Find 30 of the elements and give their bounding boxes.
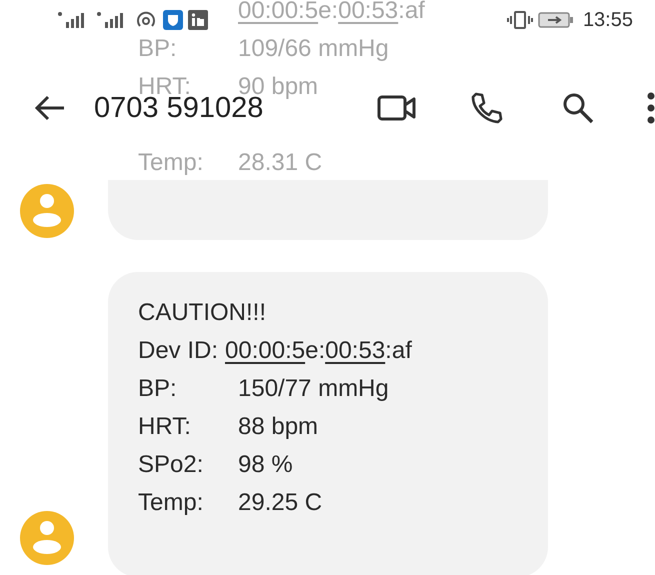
field-label: BP: bbox=[138, 34, 178, 64]
field-value: 109/66 mmHg bbox=[238, 34, 389, 64]
field-value: 98 % bbox=[238, 450, 293, 480]
field-label: SPo2: bbox=[138, 450, 204, 480]
back-button[interactable] bbox=[34, 94, 66, 122]
field-label: Temp: bbox=[138, 488, 204, 518]
field-value: e: bbox=[305, 336, 326, 366]
number-link[interactable]: 00:00:5 bbox=[225, 332, 306, 370]
number-link[interactable]: 00:53 bbox=[325, 332, 386, 370]
battery-icon bbox=[538, 10, 574, 30]
phone-call-button[interactable] bbox=[469, 91, 503, 125]
field-label: Dev ID: bbox=[138, 336, 218, 366]
field-label: BP: bbox=[138, 374, 178, 404]
video-call-button[interactable] bbox=[377, 93, 417, 123]
search-button[interactable] bbox=[561, 91, 595, 125]
field-value: :af bbox=[398, 0, 425, 26]
field-value: :af bbox=[385, 336, 412, 366]
field-value: 28.31 C bbox=[238, 148, 322, 178]
field-value: 150/77 mmHg bbox=[238, 374, 389, 404]
field-value: 29.25 C bbox=[238, 488, 322, 518]
alert-title: CAUTION!!! bbox=[138, 298, 266, 328]
field-value: 88 bpm bbox=[238, 412, 318, 442]
vibrate-icon bbox=[506, 10, 533, 30]
field-label: Temp: bbox=[138, 148, 204, 178]
clock-time: 13:55 bbox=[582, 8, 633, 32]
field-label: HRT: bbox=[138, 412, 192, 442]
app-icon bbox=[188, 10, 208, 30]
shield-icon bbox=[163, 10, 183, 30]
more-options-button[interactable] bbox=[647, 92, 655, 124]
field-value: e: bbox=[318, 0, 338, 26]
